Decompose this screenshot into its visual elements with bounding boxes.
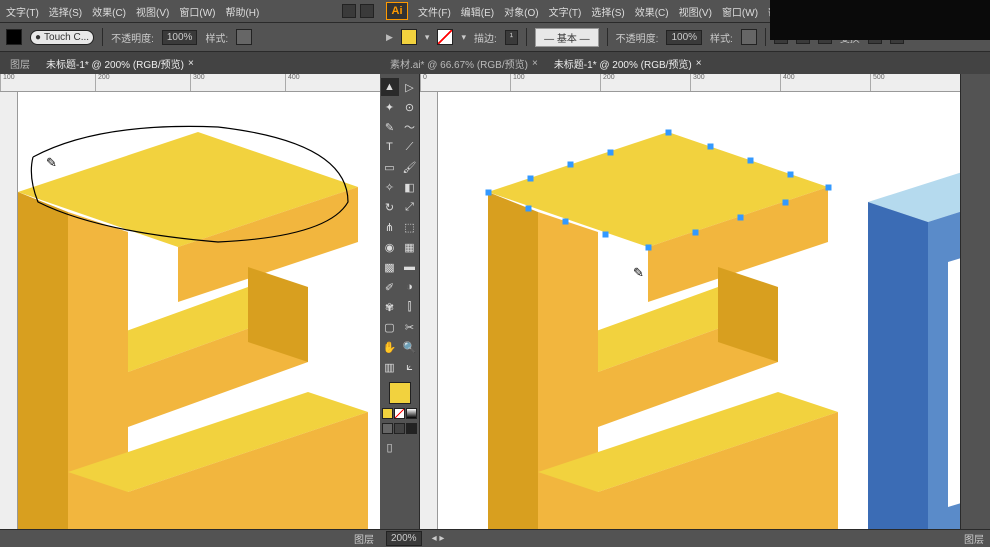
menu-window[interactable]: 窗口(W) [179,4,215,19]
menubar-left: 文字(T) 选择(S) 效果(C) 视图(V) 窗口(W) 帮助(H) [0,0,380,22]
hand-tool[interactable]: ✋ [381,338,399,356]
ruler-horizontal: 0100200300400500 [420,74,960,92]
menu-text[interactable]: 文字(T) [6,4,39,19]
opacity-value[interactable]: 100% [162,30,198,45]
svg-text:✎: ✎ [46,155,57,170]
menu-effect[interactable]: 效果(C) [92,4,126,19]
ruler-vertical [0,92,18,529]
tab-asset[interactable]: 素材.ai* @ 66.67% (RGB/预览) × [386,54,542,73]
opacity-label: 不透明度: [111,30,154,45]
zoom-level[interactable]: 200% [386,531,422,546]
eraser-tool[interactable]: ◧ [401,178,419,196]
style-swatch[interactable] [741,29,757,45]
fill-color[interactable] [389,382,411,404]
line-tool[interactable]: ⟋ [401,138,419,156]
rect-tool[interactable]: ▭ [381,158,399,176]
rotate-tool[interactable]: ↻ [381,198,399,216]
menu-text[interactable]: 文字(T) [549,4,582,19]
ruler-horizontal: 100200300400 [0,74,380,92]
stroke-label: 描边: [474,30,497,45]
statusbar-left: 图层 [0,529,380,547]
statusbar-right: 200% ◂ ▸ 图层 [380,529,990,547]
menu-window[interactable]: 窗口(W) [722,4,758,19]
graph-tool[interactable]: ⫿ [401,298,419,316]
blackout-overlay [770,0,990,40]
layout-icon[interactable] [342,4,356,18]
screen-mode[interactable] [382,423,393,434]
screen-mode[interactable] [406,423,417,434]
swatch-gradient[interactable] [406,408,417,419]
selection-tool[interactable]: ▲ [381,78,399,96]
close-icon[interactable]: × [696,58,702,69]
symbol-spray[interactable]: ✾ [381,298,399,316]
app-icon: Ai [386,2,408,20]
pen-tool[interactable]: ✎ [381,118,399,136]
canvas-right[interactable]: 0100200300400500 [420,74,960,529]
lasso-tool[interactable]: ⊙ [401,98,419,116]
opacity-value[interactable]: 100% [666,30,702,45]
fill-swatch[interactable] [6,29,22,45]
menu-help[interactable]: 帮助(H) [225,4,259,19]
screen-mode-toggle[interactable]: ▯ [381,436,399,458]
screen-mode[interactable] [394,423,405,434]
width-tool[interactable]: ⋔ [381,218,399,236]
tab-doc-left[interactable]: 未标题-1* @ 200% (RGB/预览) × [42,54,198,73]
style-label: 样式: [710,30,733,45]
slice-tool[interactable]: ✂ [401,318,419,336]
swatch-yellow[interactable] [382,408,393,419]
magic-wand-tool[interactable]: ✦ [381,98,399,116]
options-bar-left: ● Touch C... 不透明度: 100% 样式: [0,22,380,52]
menu-effect[interactable]: 效果(C) [635,4,669,19]
style-swatch[interactable] [236,29,252,45]
panels-dock[interactable] [960,74,990,529]
ruler-vertical [420,92,438,529]
menu-edit[interactable]: 编辑(E) [461,4,494,19]
fill-swatch[interactable] [401,29,417,45]
menu-view[interactable]: 视图(V) [136,4,169,19]
shaper-tool[interactable]: ✧ [381,178,399,196]
direct-select-tool[interactable]: ▷ [401,78,419,96]
touch-dropdown[interactable]: ● Touch C... [30,30,94,45]
canvas-left[interactable]: 100200300400 [0,74,380,529]
perspective-tool[interactable]: ▦ [401,238,419,256]
layout-icon[interactable] [360,4,374,18]
print-tile[interactable]: ▥ [381,358,399,376]
measure-tool[interactable]: ⟀ [401,358,419,376]
brush-basic[interactable]: — 基本 — [535,28,599,47]
gradient-tool[interactable]: ▬ [401,258,419,276]
scale-tool[interactable]: ⤢ [401,198,419,216]
brush-tool[interactable]: 🖌 [401,158,419,176]
menu-view[interactable]: 视图(V) [679,4,712,19]
type-tool[interactable]: T [381,138,399,156]
toolbox: ▲ ▷ ✦ ⊙ ✎ 〜 T ⟋ ▭ 🖌 ✧ ◧ ↻ ⤢ ⋔ ⬚ ◉ ▦ ▩ ▬ [380,74,420,529]
free-transform[interactable]: ⬚ [401,218,419,236]
svg-text:✎: ✎ [633,265,644,280]
color-wells[interactable] [381,382,419,404]
layer-label: 图层 [354,531,374,546]
blend-tool[interactable]: ◑ [401,278,419,296]
menu-file[interactable]: 文件(F) [418,4,451,19]
menu-select[interactable]: 选择(S) [591,4,624,19]
swatch-none[interactable] [394,408,405,419]
close-icon[interactable]: × [532,58,538,69]
stroke-swatch[interactable] [437,29,453,45]
curvature-tool[interactable]: 〜 [401,118,419,136]
tabbar-right: 素材.ai* @ 66.67% (RGB/预览) × 未标题-1* @ 200%… [380,52,990,74]
style-label: 样式: [205,30,228,45]
zoom-tool[interactable]: 🔍 [401,338,419,356]
layer-label: 图层 [964,531,984,546]
artboard-tool[interactable]: ▢ [381,318,399,336]
stroke-weight[interactable]: ¹ [505,30,518,45]
close-icon[interactable]: × [188,58,194,69]
eyedropper-tool[interactable]: ✐ [381,278,399,296]
opacity-label: 不透明度: [616,30,659,45]
mesh-tool[interactable]: ▩ [381,258,399,276]
tab-layers[interactable]: 图层 [6,54,34,73]
shape-builder[interactable]: ◉ [381,238,399,256]
tabbar-left: 图层 未标题-1* @ 200% (RGB/预览) × [0,52,380,74]
menu-select[interactable]: 选择(S) [49,4,82,19]
tab-doc-right[interactable]: 未标题-1* @ 200% (RGB/预览) × [550,54,706,73]
menu-object[interactable]: 对象(O) [504,4,538,19]
